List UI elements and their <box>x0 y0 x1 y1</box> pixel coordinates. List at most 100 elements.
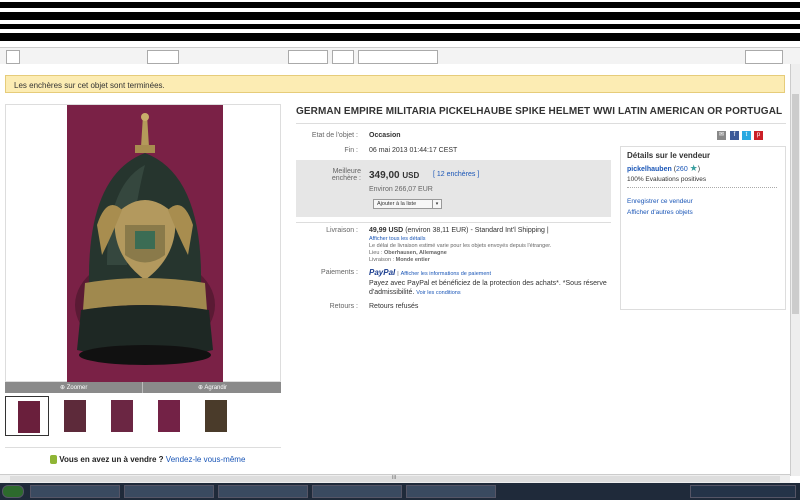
returns-value: Retours refusés <box>369 303 419 310</box>
shipping-line: 49,99 USD (environ 38,11 EUR) - Standard… <box>369 227 549 234</box>
condition-label: Etat de l'objet : <box>311 132 358 139</box>
redacted-bar <box>0 2 800 8</box>
feedback-score[interactable]: 260 <box>676 166 688 173</box>
listing-title: GERMAN EMPIRE MILITARIA PICKELHAUBE SPIK… <box>296 106 783 117</box>
taskbar-item[interactable] <box>30 485 120 498</box>
bid-label-line-1: Meilleure <box>332 168 361 175</box>
zoom-button[interactable]: ⊕ Zoomer <box>60 384 87 391</box>
image-toolbar: ⊕ Zoomer ⊕ Agrandir <box>5 382 281 393</box>
shipping-cost: 49,99 USD <box>369 227 404 234</box>
conditions-link[interactable]: Voir les conditions <box>416 290 460 296</box>
tag-icon <box>50 455 57 465</box>
feedback-close: ) <box>697 166 701 173</box>
browser-chrome <box>0 0 800 64</box>
seller-heading: Détails sur le vendeur <box>627 151 711 160</box>
watch-button-label: Ajouter à la liste <box>377 201 417 207</box>
toolbar-button[interactable] <box>147 50 179 64</box>
location-value: Oberhausen, Allemagne <box>384 250 447 256</box>
divider <box>5 447 281 448</box>
payment-text: Payez avec PayPal et bénéficiez de la pr… <box>369 280 607 296</box>
sell-question: Vous en avez un à vendre ? <box>59 455 164 464</box>
payment-info-link[interactable]: Afficher les informations de paiement <box>401 271 491 277</box>
shipping-label: Livraison : <box>326 227 358 234</box>
toolbar-button[interactable] <box>358 50 438 64</box>
taskbar-item[interactable] <box>406 485 496 498</box>
email-icon[interactable]: ✉ <box>717 131 726 140</box>
main-image-panel[interactable] <box>5 104 281 382</box>
thumbnail-image <box>205 400 227 432</box>
toolbar-button[interactable] <box>6 50 20 64</box>
bids-link[interactable]: [ 12 enchères ] <box>433 171 479 178</box>
redacted-bar <box>0 33 800 41</box>
separator: | <box>397 271 399 277</box>
helmet-photo[interactable] <box>67 105 223 382</box>
start-button[interactable] <box>2 485 24 498</box>
thumbnail-1[interactable] <box>5 396 49 436</box>
ships-to-value: Monde entier <box>395 257 430 263</box>
redacted-bar <box>0 24 800 29</box>
toolbar-button[interactable] <box>332 50 354 64</box>
taskbar-item[interactable] <box>312 485 402 498</box>
chevron-down-icon[interactable]: ▾ <box>432 200 441 208</box>
divider <box>142 382 143 393</box>
seller-panel: Détails sur le vendeur pickelhauben (260… <box>620 146 786 310</box>
ships-to-line: Livraison : Monde entier <box>369 257 430 263</box>
system-tray <box>690 485 796 498</box>
price-amount: 349,00 <box>369 170 400 181</box>
taskbar <box>0 483 800 500</box>
location-label: Lieu : <box>369 250 383 256</box>
paypal-logo: PayPal <box>369 268 396 277</box>
price-box: Meilleure enchère : 349,00 USD [ 12 ench… <box>296 160 611 217</box>
bid-label: Meilleure enchère : <box>296 168 361 182</box>
browser-toolbar <box>0 47 800 64</box>
taskbar-item[interactable] <box>218 485 308 498</box>
other-items-link[interactable]: Afficher d'autres objets <box>627 209 693 216</box>
thumbnail-5[interactable] <box>193 396 237 436</box>
thumbnail-image <box>18 401 40 433</box>
divider <box>296 222 611 223</box>
toolbar-button[interactable] <box>745 50 783 64</box>
seller-name-line: pickelhauben (260 ★) <box>627 163 700 174</box>
bid-label-line-2: enchère : <box>331 175 361 182</box>
thumbnail-image <box>158 400 180 432</box>
vertical-scrollbar[interactable] <box>790 64 800 476</box>
end-value: 06 mai 2013 01:44:17 CEST <box>369 147 458 154</box>
divider <box>627 187 777 189</box>
payment-header: PayPal | Afficher les informations de pa… <box>369 268 491 277</box>
separator: | <box>546 227 549 234</box>
save-seller-link[interactable]: Enregistrer ce vendeur <box>627 198 693 205</box>
divider <box>296 123 786 124</box>
condition-value: Occasion <box>369 132 401 139</box>
banner-text: Les enchères sur cet objet sont terminée… <box>14 81 165 90</box>
returns-label: Retours : <box>329 303 358 310</box>
toolbar-button[interactable] <box>288 50 328 64</box>
location-line: Lieu : Oberhausen, Allemagne <box>369 250 447 256</box>
approx-price: Environ 266,07 EUR <box>369 186 433 193</box>
current-price: 349,00 USD <box>369 170 419 181</box>
scrollbar-thumb[interactable] <box>792 94 799 314</box>
payment-text-block: Payez avec PayPal et bénéficiez de la pr… <box>369 279 607 298</box>
positive-feedback: 100% Evaluations positives <box>627 176 707 183</box>
shipping-approx: (environ 38,11 EUR) <box>405 227 469 234</box>
facebook-icon[interactable]: f <box>730 131 739 140</box>
pinterest-icon[interactable]: p <box>754 131 763 140</box>
helmet-image <box>67 105 223 382</box>
thumbnail-strip <box>5 396 281 436</box>
taskbar-item[interactable] <box>124 485 214 498</box>
bids-count[interactable]: 12 enchères <box>437 171 476 178</box>
seller-name[interactable]: pickelhauben <box>627 166 672 173</box>
sell-prompt: Vous en avez un à vendre ? Vendez-le vou… <box>50 455 246 465</box>
add-to-watchlist-button[interactable]: Ajouter à la liste ▾ <box>373 199 442 209</box>
star-icon: ★ <box>689 163 698 173</box>
payments-label: Paiements : <box>321 269 358 276</box>
end-label: Fin : <box>344 147 358 154</box>
enlarge-button[interactable]: ⊕ Agrandir <box>198 384 227 391</box>
thumbnail-3[interactable] <box>99 396 143 436</box>
thumbnail-4[interactable] <box>146 396 190 436</box>
sell-link[interactable]: Vendez-le vous-même <box>166 455 246 464</box>
twitter-icon[interactable]: t <box>742 131 751 140</box>
price-currency: USD <box>402 171 420 180</box>
shipping-details-link[interactable]: Afficher tous les détails <box>369 236 425 242</box>
thumbnail-2[interactable] <box>52 396 96 436</box>
auction-ended-banner: Les enchères sur cet objet sont terminée… <box>5 75 785 93</box>
